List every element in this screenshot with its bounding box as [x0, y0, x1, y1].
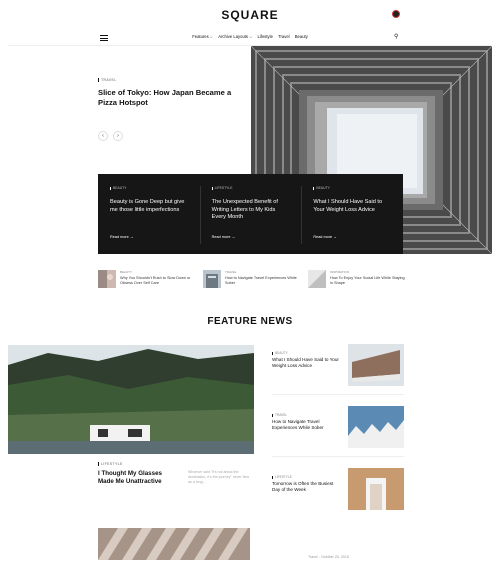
- side-post-thumbnail[interactable]: [348, 344, 404, 386]
- side-post: TRAVEL How to Navigate Travel Experience…: [272, 406, 404, 448]
- mini-post-title[interactable]: How to Navigate Travel Experiences While…: [225, 276, 303, 286]
- mini-post: INSPIRATION How To Enjoy Your Social Lif…: [308, 270, 408, 288]
- mini-post-title[interactable]: How To Enjoy Your Social Life While Stay…: [330, 276, 408, 286]
- post-category[interactable]: BEAUTY: [110, 186, 188, 190]
- post-title[interactable]: Beauty is Gone Deep but give me those li…: [110, 199, 188, 214]
- feature-main-image[interactable]: [8, 345, 254, 454]
- side-post-category[interactable]: TRAVEL: [272, 413, 342, 417]
- mini-post-thumbnail[interactable]: [98, 270, 116, 288]
- nav-lifestyle[interactable]: Lifestyle: [258, 34, 273, 39]
- side-post-title[interactable]: Tomorrow is Often the Busiest Day of the…: [272, 481, 342, 494]
- mini-post-category[interactable]: BEAUTY: [120, 270, 198, 274]
- read-more-link[interactable]: Read more →: [313, 235, 337, 239]
- feature-main-category[interactable]: LIFESTYLE: [98, 462, 123, 466]
- post-title[interactable]: What I Should Have Said to Your Weight L…: [313, 199, 391, 214]
- side-post-thumbnail[interactable]: [348, 406, 404, 448]
- featured-post: BEAUTY Beauty is Gone Deep but give me t…: [98, 174, 200, 254]
- featured-post: LIFESTYLE The Unexpected Benefit of Writ…: [199, 174, 302, 254]
- slider-next-button[interactable]: ›: [113, 131, 123, 141]
- bottom-post-image[interactable]: [98, 528, 250, 560]
- mini-post-thumbnail[interactable]: [308, 270, 326, 288]
- side-post-thumbnail[interactable]: [348, 468, 404, 510]
- mini-post-thumbnail[interactable]: [203, 270, 221, 288]
- hero-text: TRAVEL Slice of Tokyo: How Japan Became …: [98, 78, 238, 108]
- post-category[interactable]: BEAUTY: [313, 186, 391, 190]
- mini-post-title[interactable]: Why You Shouldn't Rush to Slow Down or O…: [120, 276, 198, 286]
- side-post-title[interactable]: How to Navigate Travel Experiences While…: [272, 419, 342, 432]
- side-post-title[interactable]: What I Should Have Said to Your Weight L…: [272, 357, 342, 370]
- search-icon[interactable]: ⚲: [394, 33, 398, 40]
- side-post-category[interactable]: LIFESTYLE: [272, 475, 342, 479]
- nav-archive-layouts[interactable]: Archive Layouts ⌵: [218, 34, 252, 39]
- side-divider: [272, 394, 404, 395]
- side-post: LIFESTYLE Tomorrow is Often the Busiest …: [272, 468, 404, 510]
- read-more-link[interactable]: Read more →: [110, 235, 134, 239]
- side-post-category[interactable]: BEAUTY: [272, 351, 342, 355]
- nav-beauty[interactable]: Beauty: [295, 34, 308, 39]
- mini-post: TRAVEL How to Navigate Travel Experience…: [203, 270, 303, 288]
- user-avatar-icon[interactable]: [392, 10, 400, 18]
- slider-prev-button[interactable]: ‹: [98, 131, 108, 141]
- site-logo[interactable]: SQUARE: [0, 8, 500, 22]
- nav-features[interactable]: Features ⌵: [192, 34, 213, 39]
- featured-post: BEAUTY What I Should Have Said to Your W…: [301, 174, 403, 254]
- section-title: FEATURE NEWS: [207, 316, 293, 327]
- side-divider: [272, 456, 404, 457]
- mini-post-category[interactable]: INSPIRATION: [330, 270, 408, 274]
- mini-post: BEAUTY Why You Shouldn't Rush to Slow Do…: [98, 270, 198, 288]
- read-more-link[interactable]: Read more →: [212, 235, 236, 239]
- nav-travel[interactable]: Travel: [278, 34, 289, 39]
- post-meta: Travel - October 20, 2015: [308, 555, 349, 559]
- hero-title[interactable]: Slice of Tokyo: How Japan Became a Pizza…: [98, 88, 238, 108]
- feature-main-title[interactable]: I Thought My Glasses Made Me Unattractiv…: [98, 470, 178, 486]
- side-post: BEAUTY What I Should Have Said to Your W…: [272, 344, 404, 386]
- hero-category[interactable]: TRAVEL: [98, 78, 238, 82]
- main-nav: Features ⌵ Archive Layouts ⌵ Lifestyle T…: [0, 34, 500, 39]
- post-title[interactable]: The Unexpected Benefit of Writing Letter…: [212, 199, 290, 222]
- post-category[interactable]: LIFESTYLE: [211, 186, 290, 190]
- mini-post-category[interactable]: TRAVEL: [225, 270, 303, 274]
- featured-posts-box: BEAUTY Beauty is Gone Deep but give me t…: [98, 174, 403, 254]
- feature-main-excerpt: Whoever said "it's not about the destina…: [188, 470, 250, 484]
